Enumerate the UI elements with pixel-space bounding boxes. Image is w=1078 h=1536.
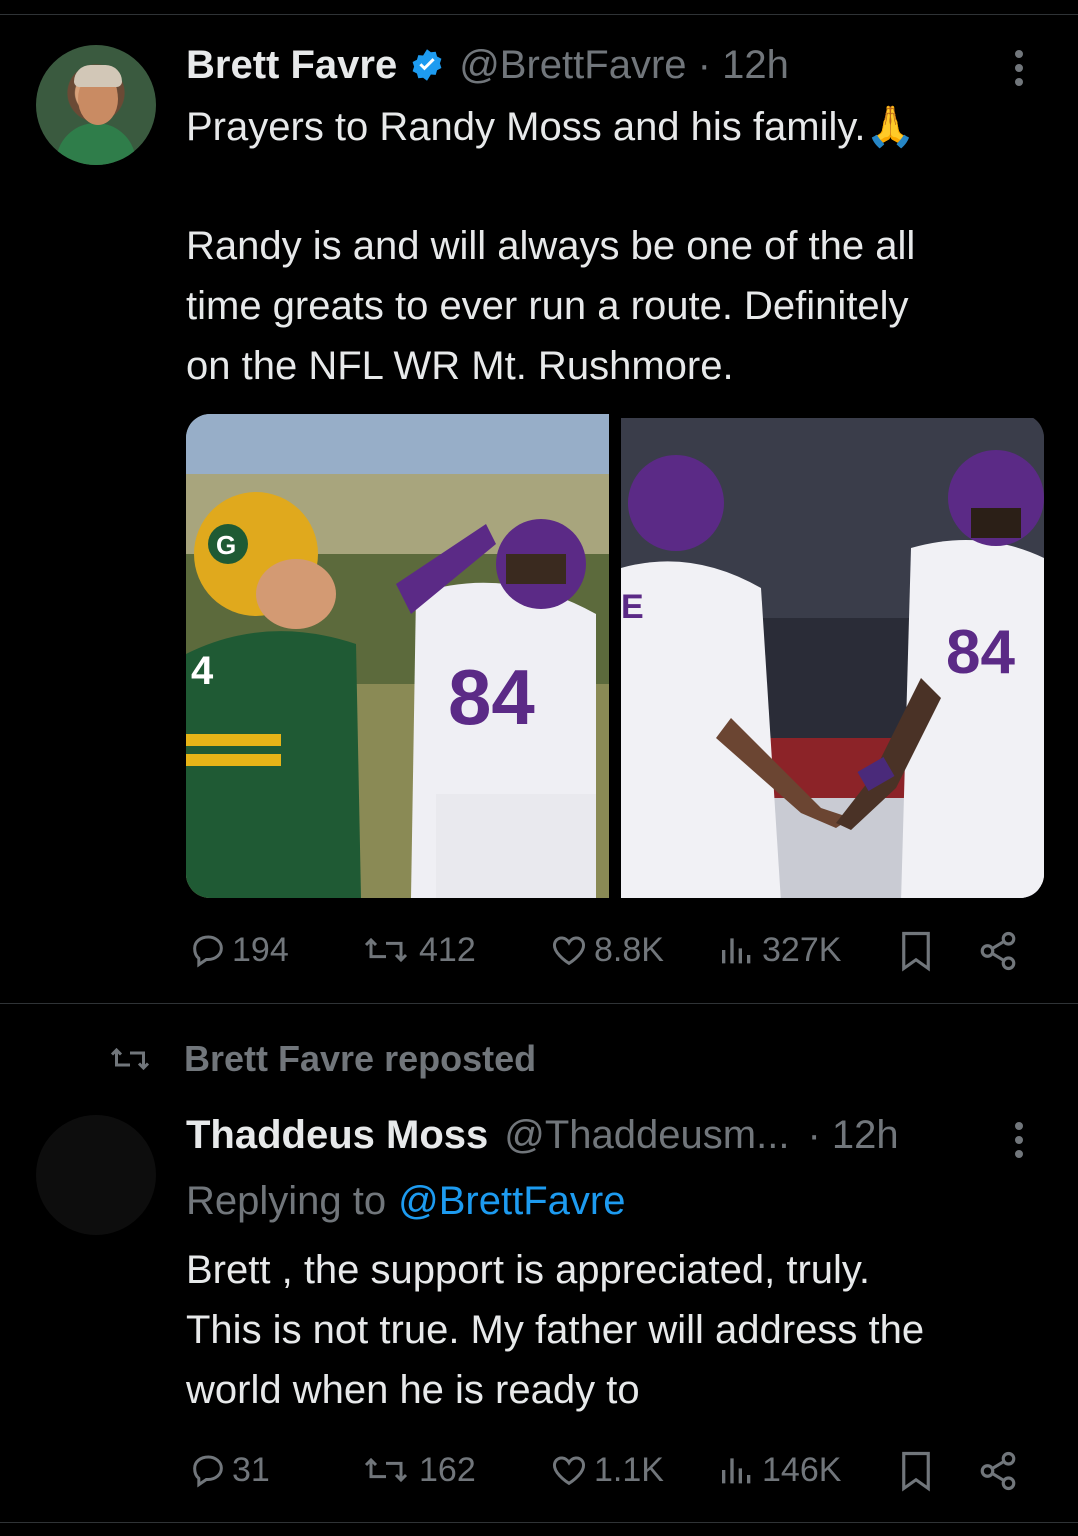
tweet-header: Thaddeus Moss @Thaddeusm... · 12h	[186, 1110, 899, 1160]
avatar[interactable]	[36, 45, 156, 165]
photo-moss-handshake[interactable]: E 84	[621, 418, 1044, 898]
more-options-icon[interactable]	[1013, 1122, 1025, 1158]
like-count: 8.8K	[594, 930, 664, 969]
bookmark-button[interactable]	[898, 1450, 934, 1492]
avatar[interactable]	[36, 1115, 156, 1235]
share-icon	[980, 1451, 1016, 1491]
reply-button[interactable]: 31	[188, 1450, 270, 1490]
tweet-time[interactable]: · 12h	[807, 1113, 898, 1158]
tweet-divider	[0, 1522, 1078, 1523]
top-divider	[0, 14, 1078, 15]
jersey-letter-left: E	[621, 588, 644, 626]
media-grid[interactable]: G 4 84 E 84	[186, 414, 1044, 898]
tweet-text: on the NFL WR Mt. Rushmore.	[186, 344, 734, 388]
repost-button[interactable]: 162	[357, 1450, 476, 1490]
praying-hands-emoji: 🙏	[865, 104, 916, 150]
tweet-text: Prayers to Randy Moss and his family.	[186, 105, 866, 149]
bookmark-button[interactable]	[898, 930, 934, 972]
tweet-divider	[0, 1003, 1078, 1004]
heart-icon	[552, 936, 586, 966]
tweet-text: time greats to ever run a route. Definit…	[186, 284, 909, 328]
reply-button[interactable]: 194	[188, 930, 289, 970]
replying-to-label: Replying to	[186, 1178, 387, 1223]
heart-icon	[552, 1456, 586, 1486]
repost-banner[interactable]: Brett Favre reposted	[104, 1036, 536, 1082]
views-chart-icon	[722, 938, 751, 964]
repost-icon	[110, 1047, 150, 1071]
tweet-text: Randy is and will always be one of the a…	[186, 224, 916, 268]
photo-favre-moss-field[interactable]: G 4 84	[186, 414, 609, 898]
jersey-number-purple: 84	[448, 653, 535, 741]
view-count: 327K	[762, 930, 842, 969]
verified-badge-icon	[412, 49, 442, 81]
tweet-body: Brett , the support is appreciated, trul…	[186, 1240, 1066, 1420]
share-button[interactable]	[976, 930, 1020, 972]
like-button[interactable]: 1.1K	[548, 1450, 664, 1490]
reply-icon	[193, 935, 223, 968]
repost-icon	[364, 937, 408, 963]
repost-icon	[364, 1457, 408, 1483]
replying-to-link[interactable]: @BrettFavre	[398, 1179, 625, 1224]
author-name[interactable]: Thaddeus Moss	[186, 1113, 488, 1158]
tweet-header: Brett Favre @BrettFavre · 12h	[186, 40, 789, 90]
author-handle-time[interactable]: @BrettFavre · 12h	[459, 43, 789, 88]
bookmark-icon	[902, 931, 930, 972]
author-name[interactable]: Brett Favre	[186, 43, 397, 88]
helmet-logo-text: G	[216, 530, 236, 560]
share-icon	[980, 931, 1016, 971]
tweet-text: This is not true. My father will address…	[186, 1308, 925, 1352]
jersey-number-green: 4	[191, 649, 214, 693]
repost-button[interactable]: 412	[357, 930, 476, 970]
view-count: 146K	[762, 1450, 842, 1489]
photo-illustration: G 4 84	[186, 414, 609, 898]
like-count: 1.1K	[594, 1450, 664, 1489]
views-chart-icon	[722, 1458, 751, 1484]
views-button[interactable]: 327K	[716, 930, 841, 970]
reply-icon	[193, 1455, 223, 1488]
bookmark-icon	[902, 1451, 930, 1492]
tweet-text: Brett , the support is appreciated, trul…	[186, 1248, 871, 1292]
reply-count: 194	[232, 930, 289, 969]
jersey-number-purple: 84	[946, 618, 1015, 687]
views-button[interactable]: 146K	[716, 1450, 841, 1490]
repost-count: 162	[419, 1450, 476, 1489]
replying-to: Replying to @BrettFavre	[186, 1171, 625, 1231]
more-options-icon[interactable]	[1013, 50, 1025, 86]
like-button[interactable]: 8.8K	[548, 930, 664, 970]
share-button[interactable]	[976, 1450, 1020, 1492]
tweet-body: Randy is and will always be one of the a…	[186, 216, 1056, 396]
repost-banner-text: Brett Favre reposted	[184, 1038, 537, 1079]
repost-count: 412	[419, 930, 476, 969]
author-handle[interactable]: @Thaddeusm...	[504, 1113, 789, 1158]
photo-illustration: E 84	[621, 418, 1044, 898]
tweet-text: world when he is ready to	[186, 1368, 640, 1412]
reply-count: 31	[232, 1450, 270, 1489]
tweet-text-line: Prayers to Randy Moss and his family. 🙏	[186, 97, 915, 157]
